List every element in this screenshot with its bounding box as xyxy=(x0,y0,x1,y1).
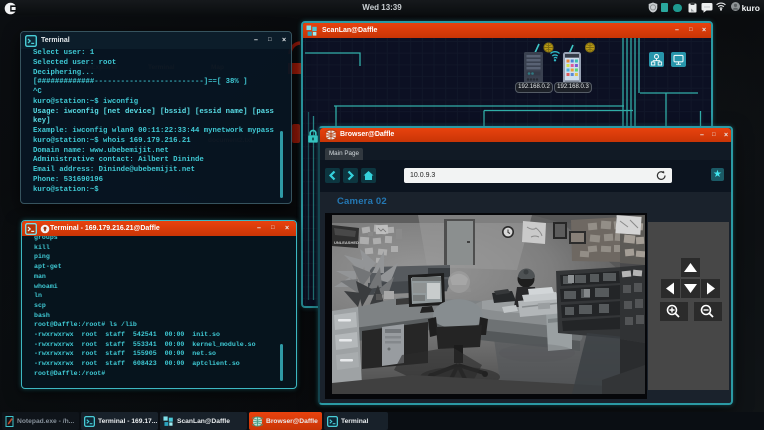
svg-text:UNLEASHED: UNLEASHED xyxy=(334,240,359,245)
